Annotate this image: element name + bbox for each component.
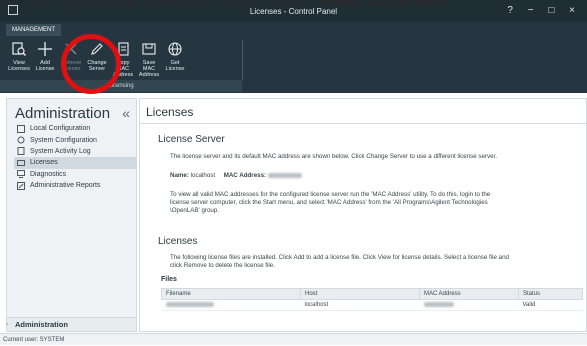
diagnostics-icon [17, 170, 25, 179]
mac-address-value-redacted [267, 172, 302, 178]
activity-log-icon [17, 147, 25, 156]
sidebar-item-label: Local Configuration [30, 125, 91, 133]
sidebar-item-label: Administrative Reports [30, 182, 101, 190]
save-mac-address-label: Save MAC Address [138, 60, 160, 78]
save-icon [140, 40, 158, 58]
filename-cell [161, 299, 301, 311]
server-name-row: Name: localhost MAC Address: [170, 172, 302, 180]
licenses-icon [17, 159, 25, 167]
title-divider [140, 123, 586, 124]
navigation-sidebar: Administration « Local Configuration Sys… [6, 98, 137, 332]
sidebar-item-system-configuration[interactable]: System Configuration [17, 134, 137, 145]
copy-mac-address-label: Copy MAC Address [112, 60, 134, 78]
add-license-label: Add License [35, 60, 55, 72]
view-license-icon [10, 40, 28, 58]
add-license-button[interactable]: Add License [32, 38, 58, 80]
remove-license-label: Remove License [60, 60, 82, 72]
chevron-right-icon: › [6, 321, 9, 328]
sidebar-item-licenses[interactable]: Licenses [14, 157, 137, 169]
sidebar-footer-administration[interactable]: › Administration [6, 317, 136, 331]
sidebar-item-label: Licenses [30, 159, 58, 167]
change-server-label: Change Server [87, 60, 107, 72]
collapse-sidebar-button[interactable]: « [122, 105, 130, 121]
licenses-description-line-1: The following license files are installe… [170, 254, 509, 261]
sidebar-item-diagnostics[interactable]: Diagnostics [17, 169, 137, 180]
mac-info-line-3: \OpenLAB' group. [170, 207, 219, 214]
view-licenses-button[interactable]: View Licenses [6, 38, 32, 80]
window-controls[interactable]: ? − □ × [507, 5, 581, 16]
table-row[interactable]: localhost Valid [161, 299, 583, 311]
sidebar-list: Local Configuration System Configuration… [14, 123, 137, 191]
change-server-button[interactable]: Change Server [84, 38, 110, 80]
sidebar-footer-label: Administration [15, 320, 68, 329]
sidebar-item-label: System Activity Log [30, 147, 91, 155]
pencil-icon [88, 40, 106, 58]
get-license-button[interactable]: Get License [162, 38, 188, 80]
globe-icon [166, 40, 184, 58]
license-server-heading: License Server [158, 134, 225, 145]
filename-redacted [165, 301, 214, 307]
ribbon-separator [242, 40, 243, 80]
ribbon: MANAGEMENT View Licenses Add License Rem… [0, 22, 587, 93]
copy-icon [114, 40, 132, 58]
license-server-description: The license server and its default MAC a… [170, 153, 497, 160]
main-content: Licenses License Server The license serv… [139, 98, 587, 332]
window-title: Licenses - Control Panel [249, 7, 338, 16]
remove-icon [62, 40, 80, 58]
status-bar: Current user: SYSTEM [0, 333, 587, 345]
column-header-mac-address[interactable]: MAC Address [419, 288, 519, 300]
status-cell: Valid [518, 299, 583, 311]
host-cell: localhost [300, 299, 420, 311]
sidebar-item-local-configuration[interactable]: Local Configuration [17, 123, 137, 134]
page-title: Licenses [146, 105, 194, 119]
ribbon-button-group: View Licenses Add License Remove License… [6, 38, 188, 80]
copy-mac-address-button[interactable]: Copy MAC Address [110, 38, 136, 80]
sidebar-header: Administration [15, 105, 111, 122]
view-licenses-label: View Licenses [8, 60, 30, 72]
sidebar-item-administrative-reports[interactable]: Administrative Reports [17, 180, 137, 191]
remove-license-button[interactable]: Remove License [58, 38, 84, 80]
sidebar-item-label: Diagnostics [30, 170, 67, 178]
mac-info-line-1: To view all valid MAC addresses for the … [170, 191, 491, 198]
sidebar-item-label: System Configuration [30, 136, 97, 144]
mac-info-line-2: license server computer, click the Start… [170, 199, 488, 206]
system-config-icon [17, 136, 25, 144]
plus-icon [36, 40, 54, 58]
local-config-icon [17, 124, 25, 133]
license-files-table: Filename Host MAC Address Status localho… [161, 288, 583, 311]
table-header-row: Filename Host MAC Address Status [161, 288, 583, 300]
reports-icon [17, 181, 25, 190]
column-header-filename[interactable]: Filename [161, 288, 301, 300]
mac-cell [419, 299, 519, 311]
licenses-description-line-2: click Remove to delete the license file. [170, 262, 275, 269]
save-mac-address-button[interactable]: Save MAC Address [136, 38, 162, 80]
mac-redacted [423, 301, 454, 307]
column-header-status[interactable]: Status [518, 288, 583, 300]
ribbon-group-label: Licensing [0, 80, 242, 92]
control-panel-window: Licenses - Control Panel ? − □ × MANAGEM… [0, 0, 587, 345]
tab-management[interactable]: MANAGEMENT [6, 24, 62, 36]
column-header-host[interactable]: Host [300, 288, 420, 300]
server-name-value: localhost [190, 172, 216, 179]
mac-address-label: MAC Address: [223, 172, 267, 179]
licenses-heading: Licenses [158, 236, 198, 247]
files-label: Files [161, 276, 177, 283]
get-license-label: Get License [165, 60, 185, 72]
sidebar-item-system-activity-log[interactable]: System Activity Log [17, 146, 137, 157]
name-label: Name: [170, 172, 189, 179]
